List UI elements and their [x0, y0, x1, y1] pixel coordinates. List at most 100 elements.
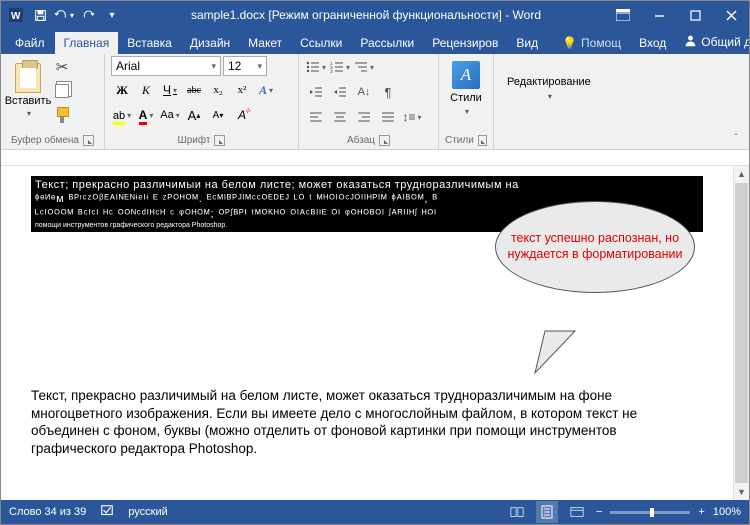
group-clipboard: Вставить ▾ ✂ Буфер обмена [1, 54, 105, 149]
chevron-down-icon: ▾ [257, 61, 262, 72]
tab-insert[interactable]: Вставка [118, 32, 181, 54]
read-mode-button[interactable] [506, 501, 528, 523]
paragraph-group-label: Абзац [347, 135, 375, 146]
grow-font-button[interactable]: A▴ [183, 104, 205, 126]
font-dialog-launcher[interactable] [214, 135, 225, 146]
pilcrow-icon: ¶ [385, 85, 392, 100]
close-button[interactable] [713, 1, 749, 29]
sort-button[interactable]: A↓ [353, 81, 375, 103]
align-right-button[interactable] [353, 106, 375, 128]
scroll-up-arrow[interactable]: ▲ [734, 166, 749, 182]
share-label: Общий доступ [701, 35, 750, 49]
ribbon-tabs: Файл Главная Вставка Дизайн Макет Ссылки… [1, 29, 749, 54]
italic-button[interactable]: К [135, 79, 157, 101]
tab-design[interactable]: Дизайн [181, 32, 239, 54]
web-layout-button[interactable] [566, 501, 588, 523]
copy-icon [55, 84, 69, 98]
scroll-down-arrow[interactable]: ▼ [734, 484, 749, 500]
language-indicator[interactable]: русский [128, 506, 167, 518]
group-editing: Редактирование ▾ [494, 54, 749, 149]
tab-references[interactable]: Ссылки [291, 32, 351, 54]
scroll-thumb[interactable] [735, 183, 748, 483]
styles-button[interactable]: A Стили ▾ [445, 56, 487, 120]
align-left-button[interactable] [305, 106, 327, 128]
svg-text:W: W [11, 11, 21, 22]
tab-file[interactable]: Файл [5, 32, 55, 54]
tab-view[interactable]: Вид [507, 32, 547, 54]
font-name-value: Arial [116, 59, 140, 73]
styles-dialog-launcher[interactable] [478, 135, 487, 146]
tab-review[interactable]: Рецензиров [423, 32, 507, 54]
zoom-level[interactable]: 100% [713, 506, 741, 518]
paste-button[interactable]: Вставить ▾ [7, 56, 49, 124]
person-icon [684, 34, 697, 50]
underline-button[interactable]: Ч▾ [159, 79, 181, 101]
scissors-icon: ✂ [56, 58, 69, 76]
zoom-out-button[interactable]: − [596, 506, 602, 518]
bold-button[interactable]: Ж [111, 79, 133, 101]
shrink-font-button[interactable]: A▾ [207, 104, 229, 126]
share-button[interactable]: Общий доступ [675, 30, 750, 54]
multilevel-button[interactable]: ▾ [353, 56, 375, 78]
change-case-button[interactable]: Aa▾ [159, 104, 181, 126]
line-spacing-button[interactable]: ↕≡▾ [401, 106, 423, 128]
cut-button[interactable]: ✂ [51, 56, 73, 78]
bullets-button[interactable]: ▾ [305, 56, 327, 78]
callout-shape[interactable]: текст успешно распознан, но нуждается в … [495, 201, 695, 293]
ribbon: Вставить ▾ ✂ Буфер обмена Arial▾ 12▾ [1, 54, 749, 150]
document-canvas[interactable]: Текст; прекрасно различимыи на белом лис… [1, 166, 733, 500]
body-paragraph[interactable]: Текст, прекрасно различимый на белом лис… [31, 387, 703, 457]
show-marks-button[interactable]: ¶ [377, 81, 399, 103]
subscript-button[interactable]: x₂ [207, 79, 229, 101]
undo-button[interactable]: ▾ [53, 4, 75, 26]
editing-button[interactable]: Редактирование ▾ [500, 56, 598, 120]
spellcheck-icon[interactable] [100, 504, 114, 521]
format-painter-button[interactable] [51, 104, 73, 126]
increase-indent-button[interactable] [329, 81, 351, 103]
redo-button[interactable] [77, 4, 99, 26]
underline-label: Ч [163, 83, 171, 97]
minimize-button[interactable] [641, 1, 677, 29]
strike-button[interactable]: abc [183, 79, 205, 101]
save-button[interactable] [29, 4, 51, 26]
zoom-slider[interactable] [610, 511, 690, 514]
multilevel-icon [354, 60, 368, 74]
horizontal-ruler[interactable] [1, 150, 749, 166]
clear-formatting-button[interactable]: A✧ [231, 104, 253, 126]
clipboard-dialog-launcher[interactable] [83, 135, 94, 146]
styles-icon: A [452, 61, 480, 89]
tell-me[interactable]: 💡Помощ [553, 32, 630, 54]
quick-access-toolbar: W ▾ ▾ [1, 4, 127, 26]
collapse-ribbon-button[interactable]: ˆ [727, 131, 745, 145]
ribbon-options-button[interactable] [605, 1, 641, 29]
print-layout-button[interactable] [536, 501, 558, 523]
font-name-combo[interactable]: Arial▾ [111, 56, 221, 76]
paragraph-dialog-launcher[interactable] [379, 135, 390, 146]
tell-me-label: Помощ [581, 36, 621, 50]
tab-mailings[interactable]: Рассылки [351, 32, 423, 54]
document-area: Текст; прекрасно различимыи на белом лис… [1, 166, 749, 500]
font-color-button[interactable]: A▾ [135, 104, 157, 126]
zoom-in-button[interactable]: + [698, 506, 704, 518]
copy-button[interactable] [51, 80, 73, 102]
paste-label: Вставить [5, 95, 52, 107]
text-effects-button[interactable]: A▾ [255, 79, 277, 101]
editing-label: Редактирование [507, 76, 591, 88]
tab-layout[interactable]: Макет [239, 32, 291, 54]
font-size-combo[interactable]: 12▾ [223, 56, 267, 76]
numbering-icon: 123 [330, 60, 344, 74]
tab-home[interactable]: Главная [55, 32, 119, 54]
decrease-indent-button[interactable] [305, 81, 327, 103]
qat-customize[interactable]: ▾ [101, 4, 123, 26]
superscript-button[interactable]: x² [231, 79, 253, 101]
sort-icon: A↓ [358, 86, 371, 98]
word-count[interactable]: Слово 34 из 39 [9, 506, 86, 518]
justify-button[interactable] [377, 106, 399, 128]
maximize-button[interactable] [677, 1, 713, 29]
vertical-scrollbar[interactable]: ▲ ▼ [733, 166, 749, 500]
numbering-button[interactable]: 123▾ [329, 56, 351, 78]
status-bar: Слово 34 из 39 русский − + 100% [1, 500, 749, 524]
signin-button[interactable]: Вход [630, 32, 675, 54]
highlight-button[interactable]: ab▾ [111, 104, 133, 126]
align-center-button[interactable] [329, 106, 351, 128]
